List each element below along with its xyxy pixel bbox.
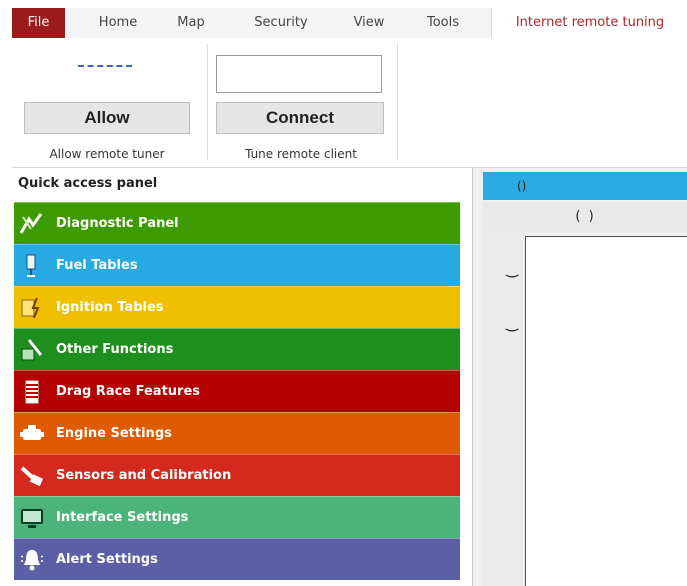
menu-bar: File Home Map Security View Tools Intern… bbox=[12, 8, 687, 39]
quick-item-label: Sensors and Calibration bbox=[56, 468, 232, 483]
remote-status-indicator bbox=[78, 65, 132, 69]
quick-access-title: Quick access panel bbox=[12, 168, 472, 200]
sensor-icon bbox=[20, 466, 44, 487]
quick-item-ignition-tables[interactable]: Ignition Tables bbox=[14, 286, 460, 328]
right-pane: () ( ) ) ) bbox=[472, 168, 687, 586]
monitor-icon bbox=[21, 509, 43, 528]
quick-item-diagnostic-panel[interactable]: Diagnostic Panel bbox=[14, 202, 460, 244]
connect-button[interactable]: Connect bbox=[216, 102, 384, 134]
tab-home[interactable]: Home bbox=[90, 8, 146, 38]
quick-item-label: Diagnostic Panel bbox=[56, 216, 179, 231]
quick-item-sensors-and-calibration[interactable]: Sensors and Calibration bbox=[14, 454, 460, 496]
tab-security[interactable]: Security bbox=[242, 8, 320, 38]
ribbon: Allow Allow remote tuner Connect Tune re… bbox=[12, 38, 687, 168]
allow-button[interactable]: Allow bbox=[24, 102, 190, 134]
quick-item-engine-settings[interactable]: Engine Settings bbox=[14, 412, 460, 454]
quick-item-label: Interface Settings bbox=[56, 510, 189, 525]
ignition-icon bbox=[21, 297, 40, 319]
quick-item-fuel-tables[interactable]: Fuel Tables bbox=[14, 244, 460, 286]
axis-mark: ) bbox=[503, 273, 520, 279]
quick-item-alert-settings[interactable]: Alert Settings bbox=[14, 538, 460, 580]
fuel-injector-icon bbox=[26, 254, 36, 277]
quick-item-label: Drag Race Features bbox=[56, 384, 201, 399]
allow-remote-tuner-group: Allow Allow remote tuner bbox=[12, 38, 208, 167]
tab-tools[interactable]: Tools bbox=[417, 8, 469, 38]
axis-mark: ) bbox=[503, 327, 520, 333]
quick-item-drag-race-features[interactable]: Drag Race Features bbox=[14, 370, 460, 412]
connect-group-label: Tune remote client bbox=[245, 147, 357, 161]
quick-item-label: Fuel Tables bbox=[56, 258, 138, 273]
drag-race-icon bbox=[25, 380, 39, 404]
quick-item-label: Engine Settings bbox=[56, 426, 172, 441]
pane-subheader: ( ) bbox=[483, 202, 687, 232]
group-divider bbox=[397, 44, 398, 160]
other-functions-icon bbox=[21, 339, 43, 361]
pane-header: () bbox=[483, 172, 687, 200]
remote-client-input[interactable] bbox=[216, 55, 382, 93]
quick-item-label: Other Functions bbox=[56, 342, 174, 357]
quick-item-label: Ignition Tables bbox=[56, 300, 164, 315]
diagnostic-icon bbox=[19, 213, 43, 234]
tab-view[interactable]: View bbox=[346, 8, 392, 38]
quick-access-list: Diagnostic Panel Fuel Tables Ignition Ta… bbox=[14, 202, 460, 580]
allow-group-label: Allow remote tuner bbox=[49, 147, 165, 161]
engine-icon bbox=[20, 425, 44, 440]
pane-axis-column: ) ) bbox=[483, 232, 525, 586]
bell-icon bbox=[20, 550, 44, 571]
tab-internet-remote-tuning[interactable]: Internet remote tuning bbox=[491, 8, 687, 39]
quick-item-label: Alert Settings bbox=[56, 552, 158, 567]
tune-remote-client-group: Connect Tune remote client bbox=[208, 38, 398, 167]
tab-file[interactable]: File bbox=[12, 8, 65, 38]
quick-item-interface-settings[interactable]: Interface Settings bbox=[14, 496, 460, 538]
tab-map[interactable]: Map bbox=[170, 8, 212, 38]
map-canvas[interactable] bbox=[525, 236, 687, 586]
quick-item-other-functions[interactable]: Other Functions bbox=[14, 328, 460, 370]
